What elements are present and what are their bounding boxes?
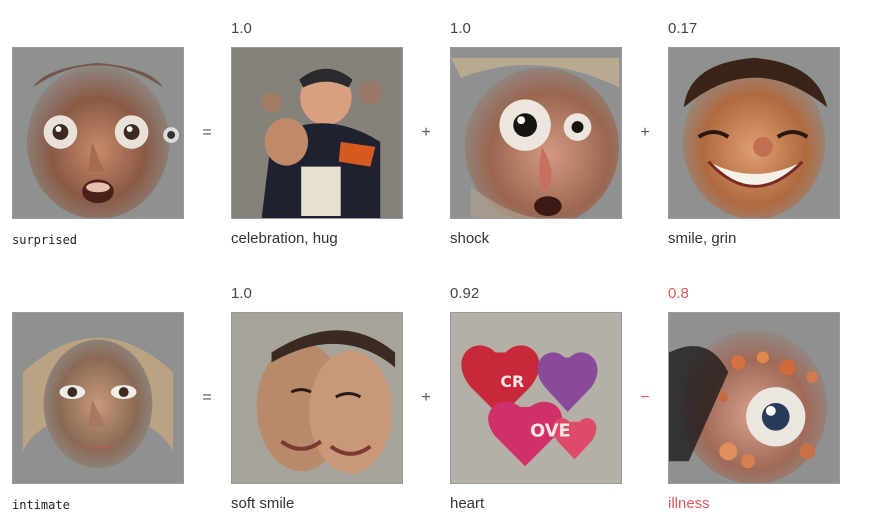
image-intimate-face [12,312,184,484]
image-shock [450,47,622,219]
image-heart: CR OVE [450,312,622,484]
plus-operator: + [421,389,431,406]
equals-sign: = [202,389,212,406]
plus-operator: + [640,124,650,141]
image-soft-smile [231,312,403,484]
term-weight: 1.0 [450,20,471,37]
term-weight: 0.17 [668,20,698,37]
image-smile-grin [668,47,840,219]
target-label: intimate [12,498,70,512]
term-label-negative: illness [668,495,710,512]
term-label: heart [450,495,485,512]
term-label: smile, grin [668,230,737,247]
equals-sign: = [202,124,212,141]
term-label: celebration, hug [231,230,338,247]
plus-operator: + [421,124,431,141]
image-surprised-face [12,47,184,219]
term-label: soft smile [231,495,295,512]
term-weight: 0.92 [450,285,480,302]
term-weight: 1.0 [231,285,252,302]
row-intimate: intimate = 1.0 soft smile + 0.92 CR OVE … [0,265,881,515]
image-illness [668,312,840,484]
term-weight: 1.0 [231,20,252,37]
image-celebration-hug [231,47,403,219]
term-weight-negative: 0.8 [668,285,689,302]
row-surprised: surprised = 1.0 celebration, hug + 1.0 s… [0,0,881,250]
svg-text:OVE: OVE [530,421,571,442]
term-label: shock [450,230,490,247]
target-label: surprised [12,233,78,247]
svg-text:CR: CR [500,372,524,391]
minus-operator: − [640,389,650,406]
